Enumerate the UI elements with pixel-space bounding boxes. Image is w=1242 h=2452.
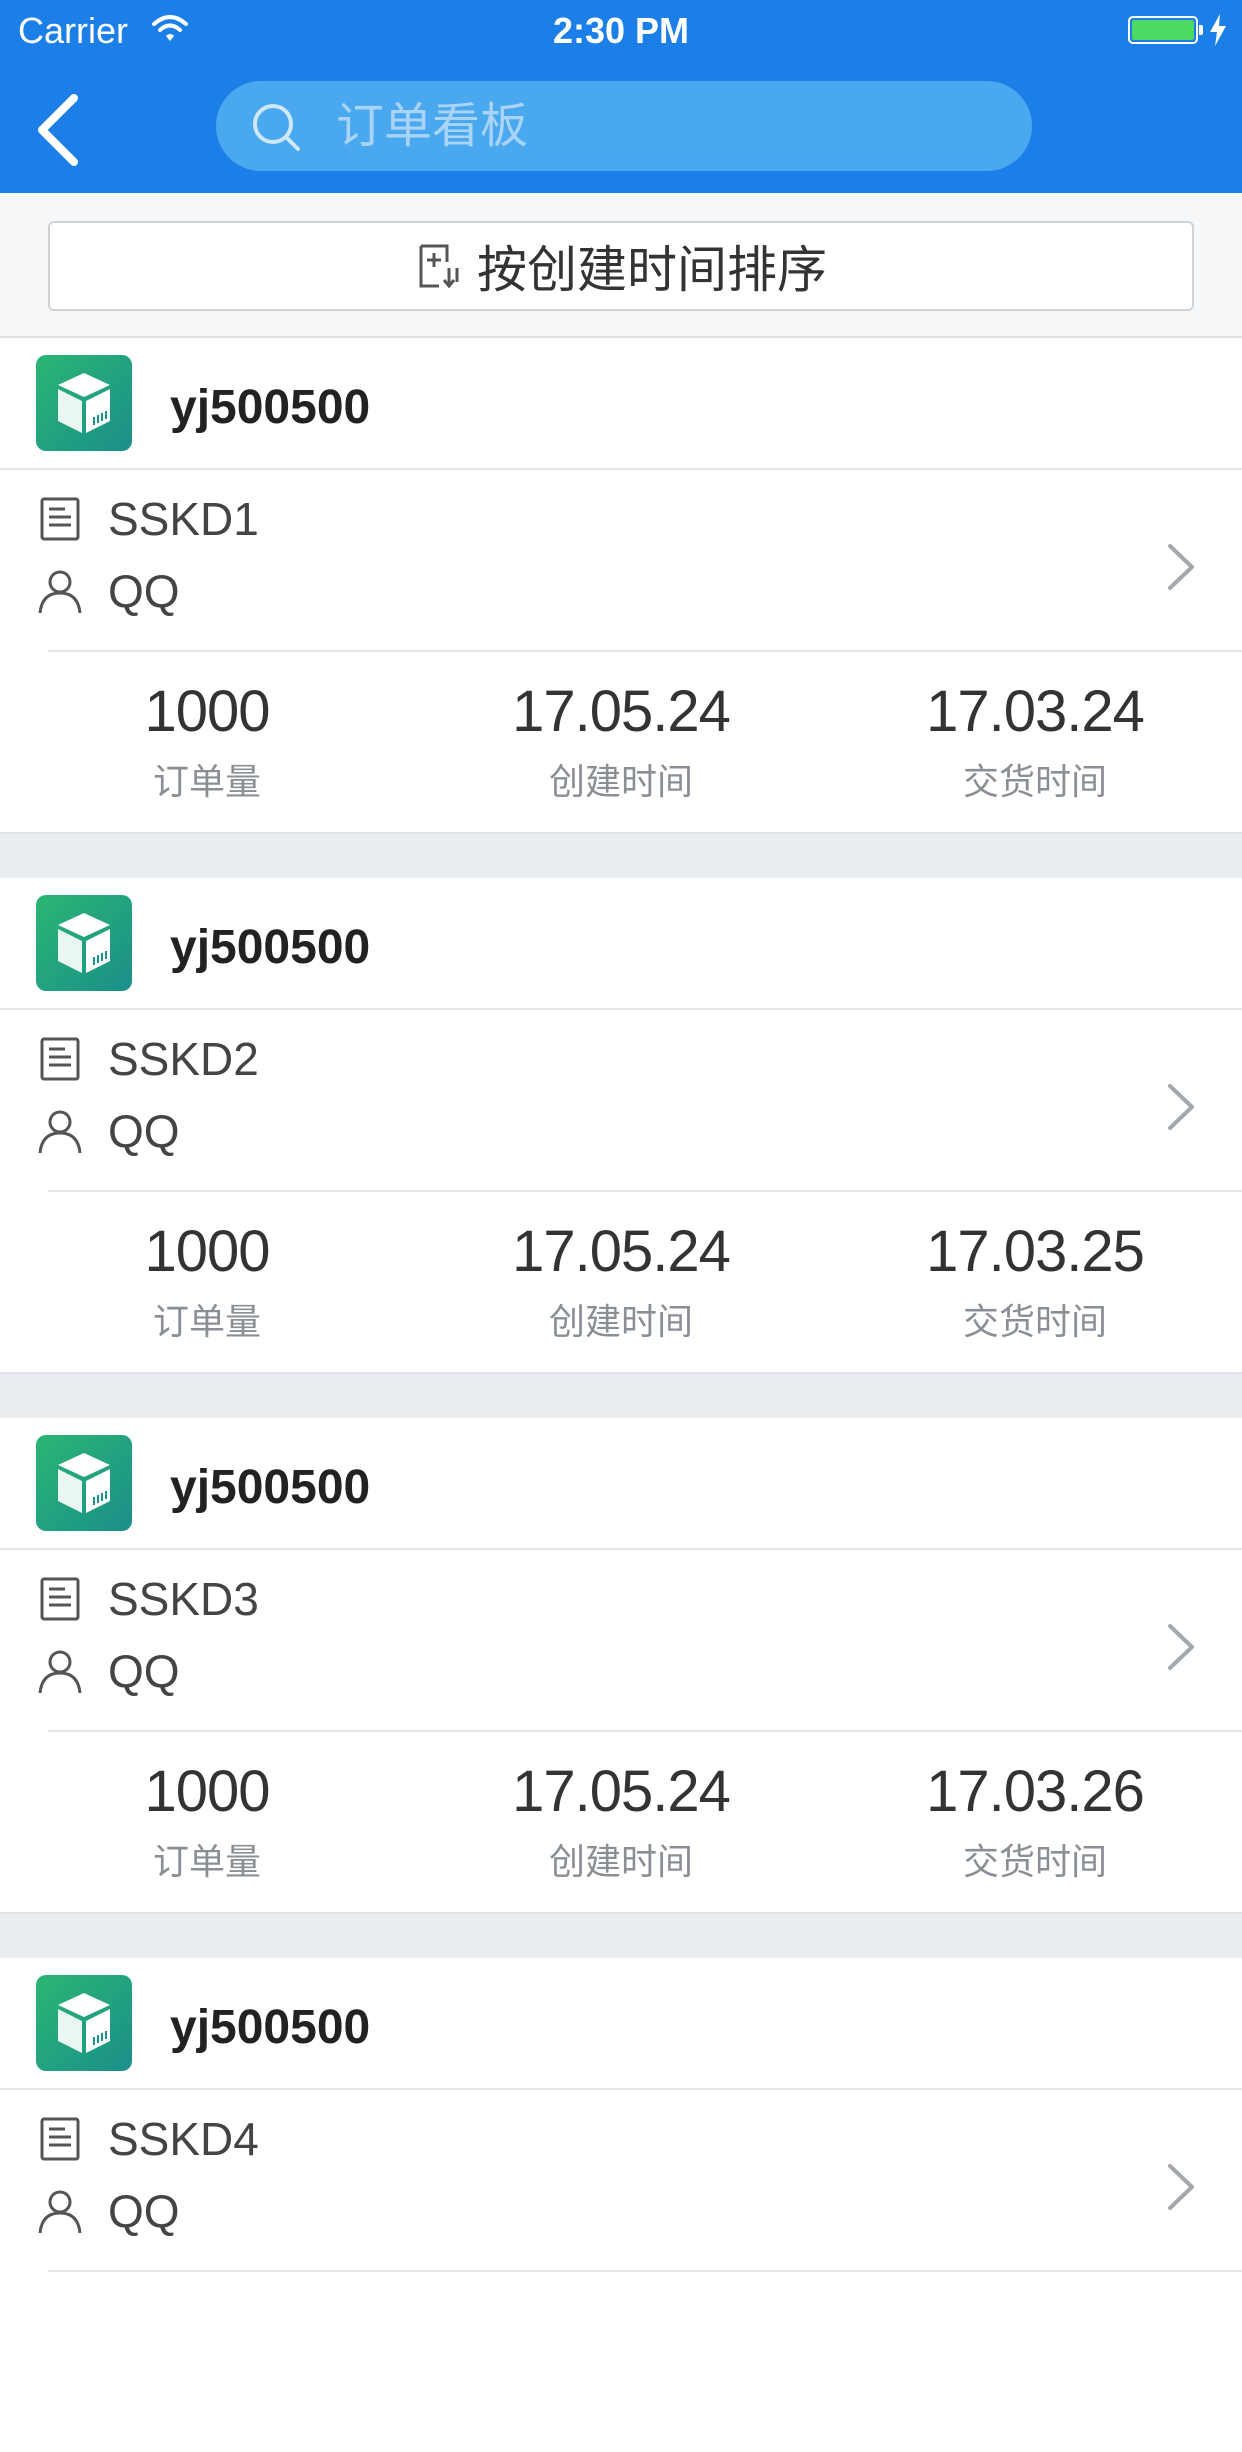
- order-number-row: SSKD2: [36, 1032, 259, 1086]
- contact-name: QQ: [108, 1645, 180, 1697]
- quantity-stat: 1000 订单量: [0, 1192, 414, 1345]
- charging-bolt-icon: [1210, 14, 1226, 46]
- person-icon: [38, 570, 82, 614]
- status-time: 2:30 PM: [552, 10, 690, 51]
- created-value: 17.05.24: [512, 1759, 731, 1824]
- created-value: 17.05.24: [512, 679, 731, 744]
- document-icon: [40, 1577, 80, 1621]
- sort-bar: 按创建时间排序: [0, 193, 1242, 338]
- contact-name: QQ: [108, 1105, 180, 1157]
- created-label: 创建时间: [548, 1301, 693, 1342]
- status-bar: Carrier 2:30 PM: [0, 0, 1242, 60]
- search-icon: [253, 104, 300, 151]
- quantity-value: 1000: [144, 1759, 270, 1824]
- order-number-row: SSKD1: [36, 492, 259, 546]
- contact-row: QQ: [36, 1644, 180, 1698]
- delivery-label: 交货时间: [962, 1301, 1107, 1342]
- battery-tip: [1199, 25, 1203, 35]
- quantity-value: 1000: [144, 679, 270, 744]
- order-number-row: SSKD4: [36, 2112, 259, 2166]
- quantity-value: 1000: [144, 1219, 270, 1284]
- quantity-stat: 1000 订单量: [0, 652, 414, 805]
- quantity-stat: 1000 订单量: [0, 1732, 414, 1885]
- sort-label: 按创建时间排序: [477, 242, 827, 298]
- delivery-label: 交货时间: [962, 761, 1107, 802]
- order-info[interactable]: SSKD1 QQ: [0, 470, 1242, 650]
- contact-row: QQ: [36, 1104, 180, 1158]
- company-name: yj500500: [170, 1461, 371, 1514]
- delivery-stat: 17.03.24 交货时间: [828, 652, 1242, 805]
- order-stats: [0, 2272, 1242, 2452]
- document-icon: [40, 2117, 80, 2161]
- order-card-header: yj500500: [0, 878, 1242, 1010]
- person-icon: [38, 1110, 82, 1154]
- delivery-label: 交货时间: [962, 1841, 1107, 1882]
- package-box-icon: [36, 355, 132, 451]
- company-name: yj500500: [170, 921, 371, 974]
- order-number: SSKD3: [108, 1573, 259, 1625]
- created-stat: 17.05.24 创建时间: [414, 1192, 828, 1345]
- chevron-right-icon[interactable]: [1166, 542, 1196, 592]
- order-info[interactable]: SSKD2 QQ: [0, 1010, 1242, 1190]
- quantity-label: 订单量: [152, 1841, 261, 1882]
- person-icon: [38, 2190, 82, 2234]
- delivery-stat: 17.03.25 交货时间: [828, 1192, 1242, 1345]
- order-card-header: yj500500: [0, 1418, 1242, 1550]
- document-icon: [40, 1037, 80, 1081]
- battery-icon: [1128, 16, 1198, 44]
- order-number: SSKD2: [108, 1033, 259, 1085]
- delivery-value: 17.03.25: [926, 1219, 1145, 1284]
- order-number: SSKD1: [108, 493, 259, 545]
- package-box-icon: [36, 1435, 132, 1531]
- package-box-icon: [36, 895, 132, 991]
- chevron-right-icon[interactable]: [1166, 1622, 1196, 1672]
- order-card-header: yj500500: [0, 1958, 1242, 2090]
- search-bar[interactable]: [216, 81, 1032, 171]
- order-card[interactable]: yj500500 SSKD4 QQ: [0, 1958, 1242, 2452]
- order-info[interactable]: SSKD4 QQ: [0, 2090, 1242, 2270]
- delivery-value: 17.03.26: [926, 1759, 1145, 1824]
- created-stat: 17.05.24 创建时间: [414, 1732, 828, 1885]
- order-card[interactable]: yj500500 SSKD2 QQ 1000 订单量 17.05.24 创建时间…: [0, 878, 1242, 1372]
- chevron-right-icon[interactable]: [1166, 1082, 1196, 1132]
- order-stats: 1000 订单量 17.05.24 创建时间 17.03.25 交货时间: [0, 1192, 1242, 1372]
- created-stat: [414, 2272, 828, 2298]
- order-number-row: SSKD3: [36, 1572, 259, 1626]
- created-stat: 17.05.24 创建时间: [414, 652, 828, 805]
- delivery-value: 17.03.24: [926, 679, 1145, 744]
- quantity-label: 订单量: [152, 761, 261, 802]
- order-stats: 1000 订单量 17.05.24 创建时间 17.03.24 交货时间: [0, 652, 1242, 832]
- order-card[interactable]: yj500500 SSKD3 QQ 1000 订单量 17.05.24 创建时间…: [0, 1418, 1242, 1912]
- chevron-right-icon[interactable]: [1166, 2162, 1196, 2212]
- created-label: 创建时间: [548, 761, 693, 802]
- company-name: yj500500: [170, 381, 371, 434]
- order-info[interactable]: SSKD3 QQ: [0, 1550, 1242, 1730]
- back-button[interactable]: [30, 92, 90, 168]
- delivery-stat: [828, 2272, 1242, 2298]
- contact-row: QQ: [36, 564, 180, 618]
- delivery-stat: 17.03.26 交货时间: [828, 1732, 1242, 1885]
- order-stats: 1000 订单量 17.05.24 创建时间 17.03.26 交货时间: [0, 1732, 1242, 1912]
- navigation-bar: Carrier 2:30 PM: [0, 0, 1242, 193]
- quantity-stat: [0, 2272, 414, 2298]
- contact-row: QQ: [36, 2184, 180, 2238]
- order-card[interactable]: yj500500 SSKD1 QQ 1000 订单量 17.05.24 创建时间…: [0, 338, 1242, 832]
- contact-name: QQ: [108, 2185, 180, 2237]
- sort-by-created-time-button[interactable]: 按创建时间排序: [48, 221, 1194, 311]
- card-separator: [0, 1912, 1242, 1958]
- company-name: yj500500: [170, 2001, 371, 2054]
- card-separator: [0, 832, 1242, 878]
- created-value: 17.05.24: [512, 1219, 731, 1284]
- sort-add-icon: [419, 244, 459, 289]
- order-card-header: yj500500: [0, 338, 1242, 470]
- card-separator: [0, 1372, 1242, 1418]
- created-label: 创建时间: [548, 1841, 693, 1882]
- person-icon: [38, 1650, 82, 1694]
- package-box-icon: [36, 1975, 132, 2071]
- order-number: SSKD4: [108, 2113, 259, 2165]
- search-input[interactable]: [336, 81, 996, 171]
- quantity-label: 订单量: [152, 1301, 261, 1342]
- contact-name: QQ: [108, 565, 180, 617]
- document-icon: [40, 497, 80, 541]
